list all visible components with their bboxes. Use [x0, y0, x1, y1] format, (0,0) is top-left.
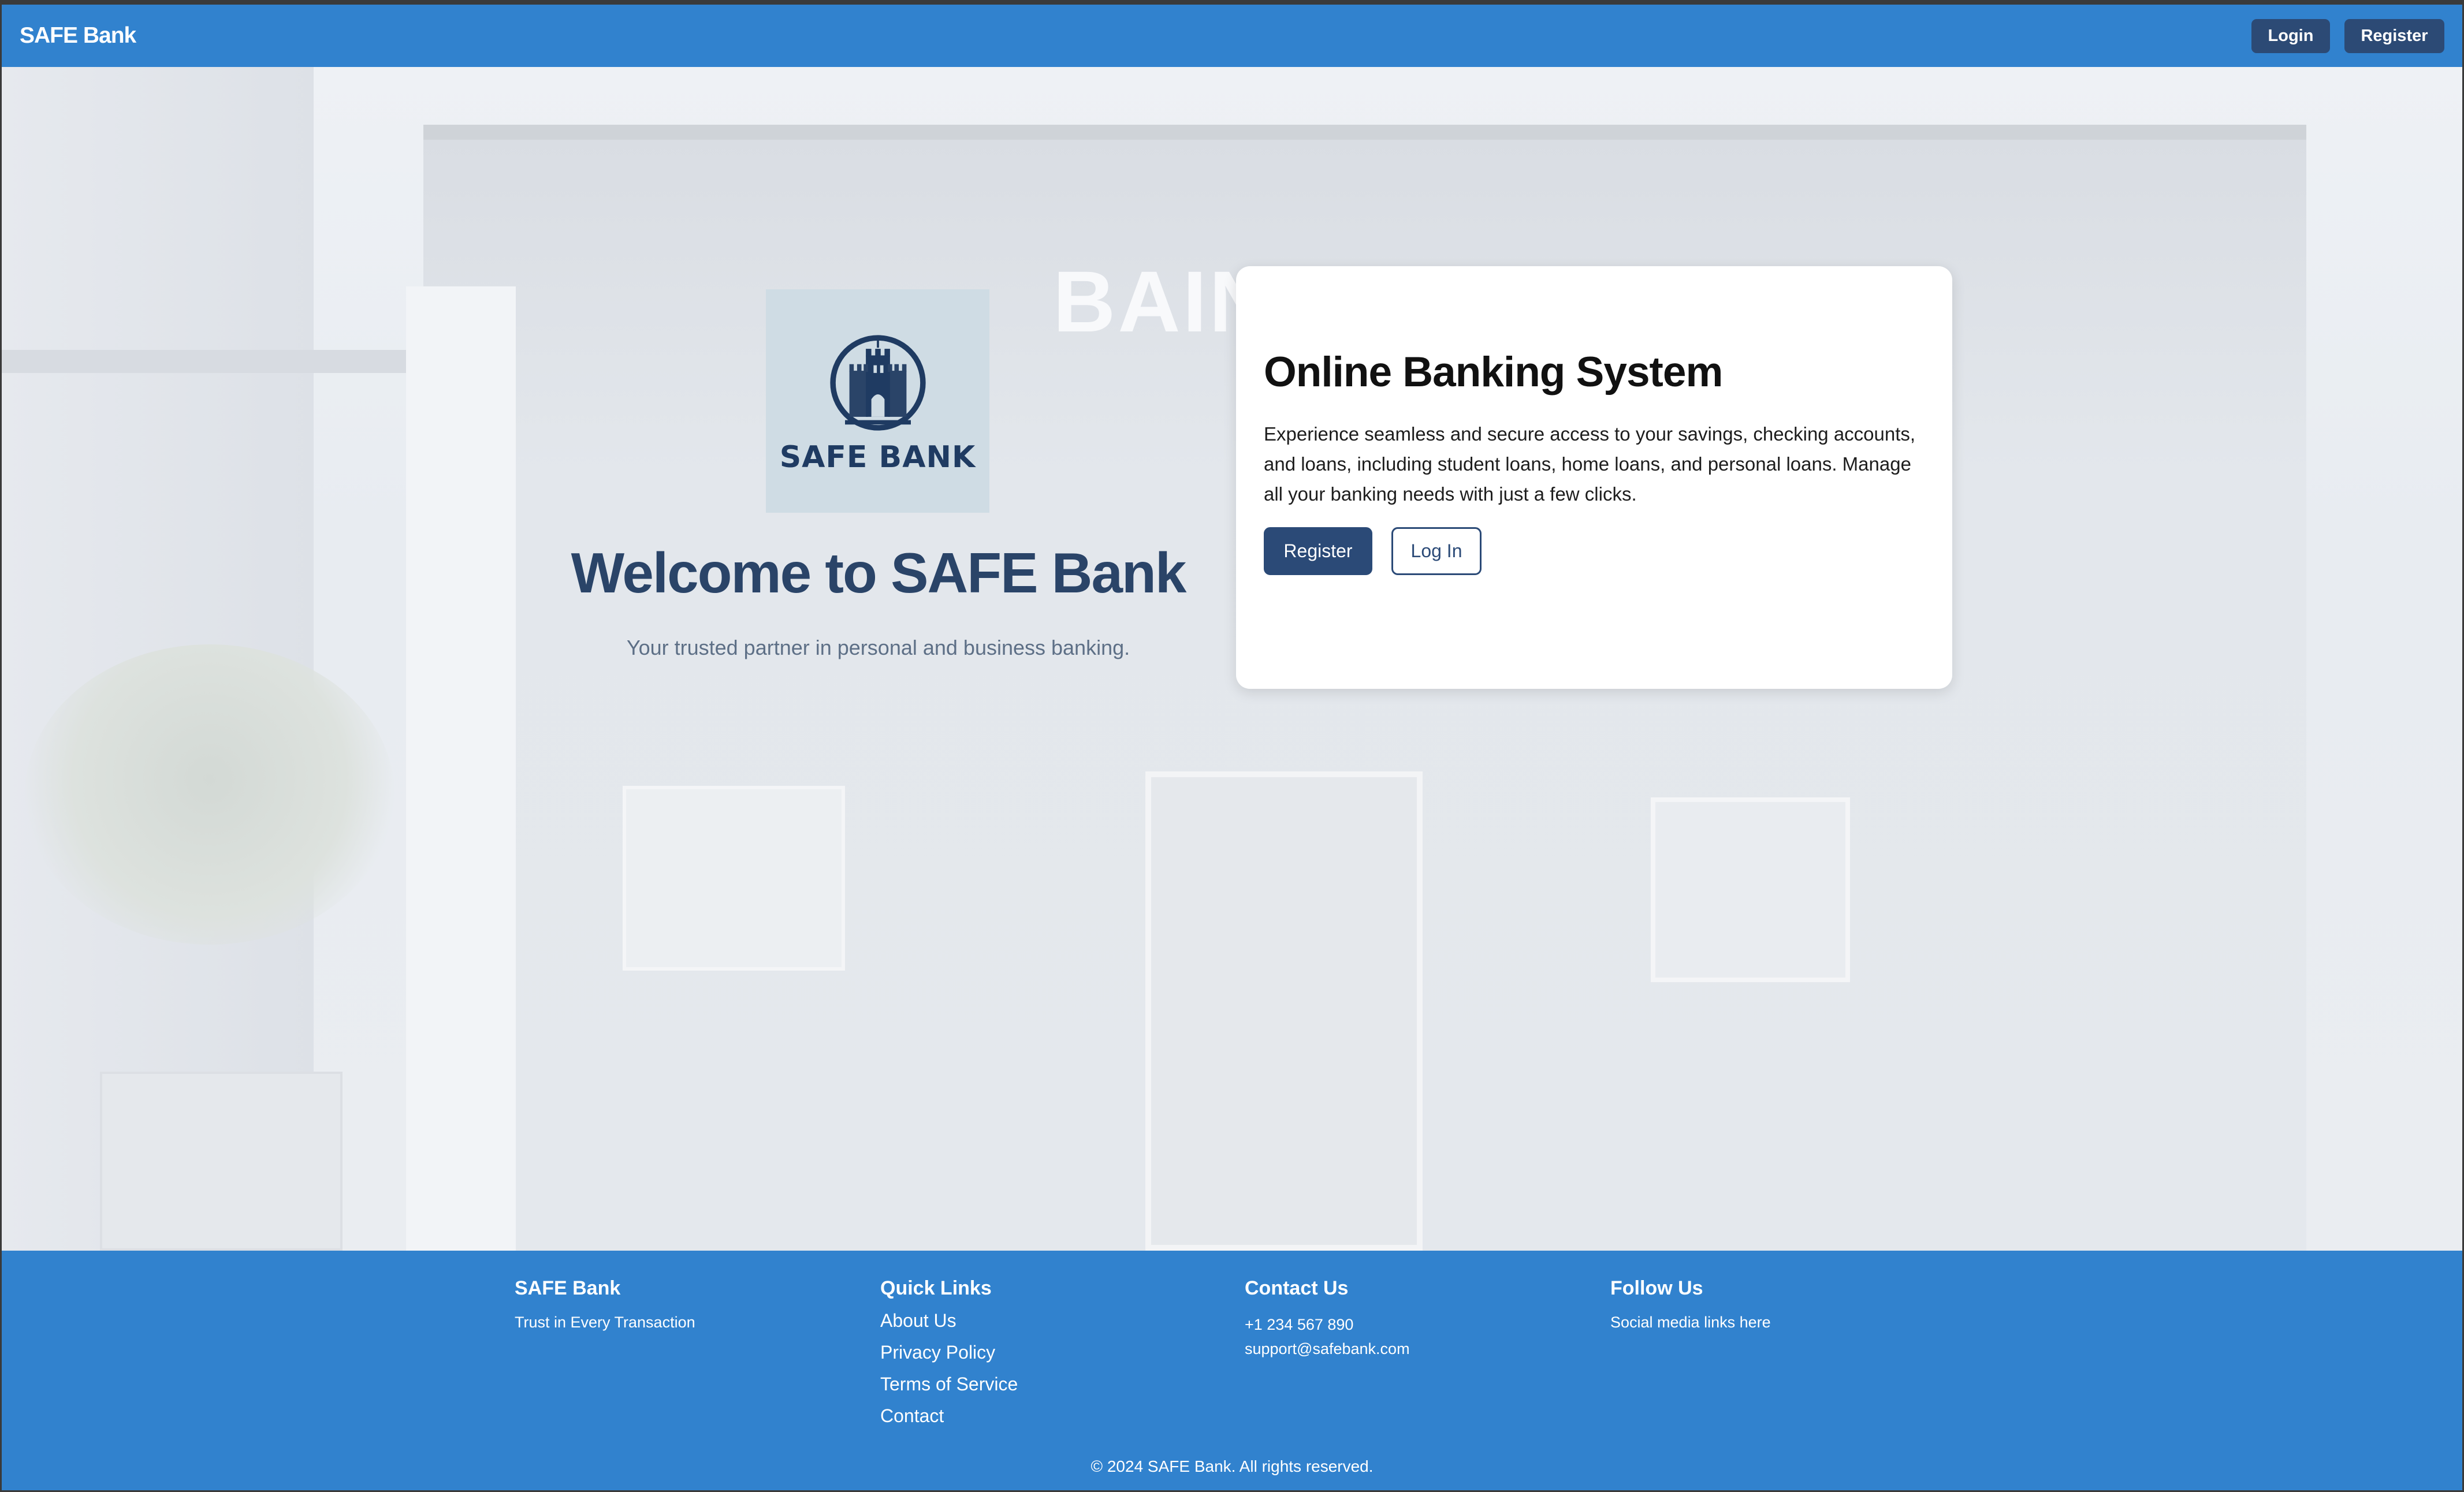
footer-link-terms-of-service[interactable]: Terms of Service — [880, 1374, 1018, 1395]
background-door — [1145, 771, 1423, 1251]
hero-title: Welcome to SAFE Bank — [571, 541, 1187, 605]
card-description: Experience seamless and secure access to… — [1264, 423, 1916, 505]
navbar-brand[interactable]: SAFE Bank — [20, 23, 136, 49]
castle-shield-icon — [829, 334, 926, 431]
background-planter — [100, 1072, 343, 1251]
safe-bank-logo: SAFE BANK — [766, 289, 989, 513]
navbar-actions: Login Register — [2251, 18, 2444, 53]
footer-brand: SAFE Bank — [515, 1277, 621, 1299]
quick-links-heading: Quick Links — [880, 1277, 992, 1299]
top-navbar: SAFE Bank Login Register — [2, 5, 2462, 67]
background-canopy — [2, 350, 406, 373]
footer-quick-links: Quick Links About Us Privacy Policy Term… — [880, 1277, 1018, 1427]
footer-contact: Contact Us +1 234 567 890 support@safeba… — [1245, 1277, 1410, 1361]
follow-heading: Follow Us — [1610, 1277, 1703, 1299]
contact-phone: +1 234 567 890 — [1245, 1316, 1354, 1333]
contact-email: support@safebank.com — [1245, 1340, 1410, 1357]
social-links-placeholder: Social media links here — [1610, 1314, 1771, 1331]
log-in-button[interactable]: Log In — [1391, 527, 1482, 575]
background-atm — [623, 786, 845, 971]
card-actions: Register Log In — [1264, 527, 1925, 575]
footer-brand-column: SAFE Bank Trust in Every Transaction — [515, 1277, 695, 1331]
background-tree — [25, 644, 394, 945]
background-pillar — [406, 286, 516, 1251]
navbar-register-button[interactable]: Register — [2344, 18, 2444, 53]
background-atm — [1651, 797, 1850, 982]
online-banking-card: Online Banking System Experience seamles… — [1236, 266, 1952, 689]
copyright-notice: © 2024 SAFE Bank. All rights reserved. — [1090, 1457, 1374, 1475]
footer-link-about-us[interactable]: About Us — [880, 1310, 1018, 1331]
hero-section: BAIN SAFE BANK Welcome to SAFE Bank Your… — [2, 67, 2462, 1251]
footer-tagline: Trust in Every Transaction — [515, 1314, 695, 1331]
browser-viewport: SAFE Bank Login Register BAIN SAFE BANK … — [2, 5, 2462, 1490]
footer-link-contact[interactable]: Contact — [880, 1405, 1018, 1427]
navbar-login-button[interactable]: Login — [2251, 18, 2330, 53]
site-footer: SAFE Bank Trust in Every Transaction Qui… — [2, 1251, 2462, 1490]
footer-follow-us: Follow Us Social media links here — [1610, 1277, 1771, 1331]
hero-subtitle: Your trusted partner in personal and bus… — [626, 636, 1130, 659]
register-button[interactable]: Register — [1264, 527, 1372, 575]
logo-wordmark: SAFE BANK — [779, 439, 976, 475]
contact-heading: Contact Us — [1245, 1277, 1349, 1299]
footer-link-privacy-policy[interactable]: Privacy Policy — [880, 1342, 1018, 1363]
card-title: Online Banking System — [1264, 349, 1723, 396]
